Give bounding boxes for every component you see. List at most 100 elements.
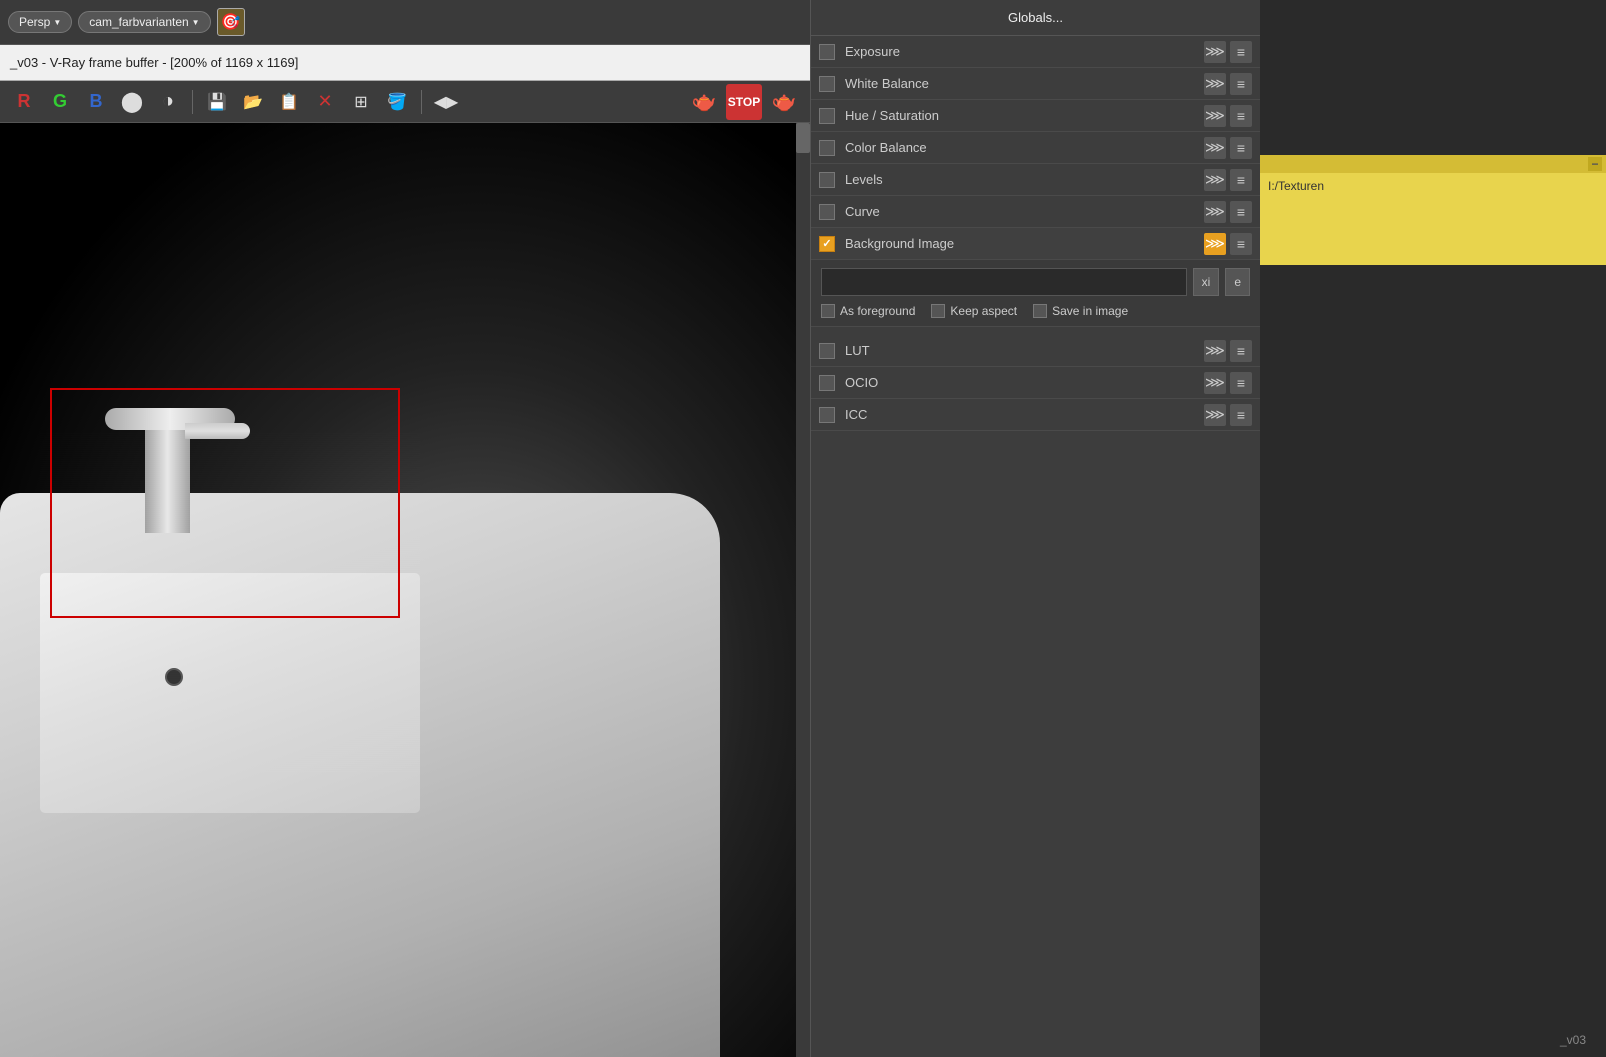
color-balance-row[interactable]: Color Balance ⋙ ≡ <box>811 132 1260 164</box>
lut-collapse-btn[interactable]: ⋙ <box>1204 340 1226 362</box>
panel-spacer <box>811 327 1260 335</box>
icc-collapse-btn[interactable]: ⋙ <box>1204 404 1226 426</box>
circle-half-icon[interactable]: ◑ <box>152 86 184 118</box>
levels-label: Levels <box>845 172 1204 187</box>
sticky-note: − I:/Texturen <box>1260 155 1606 265</box>
lut-menu-btn[interactable]: ≡ <box>1230 340 1252 362</box>
camera-dropdown[interactable]: cam_farbvarianten <box>78 11 210 33</box>
levels-actions: ⋙ ≡ <box>1204 169 1252 191</box>
levels-row[interactable]: Levels ⋙ ≡ <box>811 164 1260 196</box>
color-balance-checkbox[interactable] <box>819 140 835 156</box>
icc-row[interactable]: ICC ⋙ ≡ <box>811 399 1260 431</box>
background-image-checkbox[interactable] <box>819 236 835 252</box>
background-image-collapse-btn[interactable]: ⋙ <box>1204 233 1226 255</box>
white-balance-row[interactable]: White Balance ⋙ ≡ <box>811 68 1260 100</box>
b-channel-button[interactable]: B <box>80 86 112 118</box>
lut-row[interactable]: LUT ⋙ ≡ <box>811 335 1260 367</box>
as-foreground-label: As foreground <box>840 304 915 318</box>
hue-saturation-actions: ⋙ ≡ <box>1204 105 1252 127</box>
as-foreground-checkbox[interactable] <box>821 304 835 318</box>
sticky-note-titlebar: − <box>1260 155 1606 173</box>
render-region-icon[interactable]: 🎯 <box>217 8 245 36</box>
bg-file-input[interactable] <box>821 268 1187 296</box>
levels-collapse-btn[interactable]: ⋙ <box>1204 169 1226 191</box>
white-balance-menu-btn[interactable]: ≡ <box>1230 73 1252 95</box>
levels-menu-btn[interactable]: ≡ <box>1230 169 1252 191</box>
perspective-dropdown[interactable]: Persp <box>8 11 72 33</box>
vfb-toolbar: R G B ⬤ ◑ 💾 📂 📋 ✕ ⊞ 🪣 ◀▶ 🫖 STOP 🫖 <box>0 81 810 123</box>
keep-aspect-option[interactable]: Keep aspect <box>931 304 1017 318</box>
exposure-menu-btn[interactable]: ≡ <box>1230 41 1252 63</box>
g-channel-button[interactable]: G <box>44 86 76 118</box>
icc-menu-btn[interactable]: ≡ <box>1230 404 1252 426</box>
exposure-row[interactable]: Exposure ⋙ ≡ <box>811 36 1260 68</box>
hue-saturation-label: Hue / Saturation <box>845 108 1204 123</box>
levels-checkbox[interactable] <box>819 172 835 188</box>
exposure-label: Exposure <box>845 44 1204 59</box>
sticky-note-minimize[interactable]: − <box>1588 157 1602 171</box>
bg-e-button[interactable]: e <box>1225 268 1250 296</box>
stop-render-button[interactable]: STOP <box>726 84 762 120</box>
teapot-blue-icon[interactable]: 🫖 <box>686 84 722 120</box>
folder-icon[interactable]: 📂 <box>237 86 269 118</box>
scrollbar-thumb[interactable] <box>796 123 810 153</box>
bg-xi-button[interactable]: xi <box>1193 268 1220 296</box>
render-viewport <box>0 123 810 1057</box>
circle-full-icon[interactable]: ⬤ <box>116 86 148 118</box>
white-balance-collapse-btn[interactable]: ⋙ <box>1204 73 1226 95</box>
audio-icon[interactable]: ◀▶ <box>430 86 462 118</box>
bottom-version-label: _v03 <box>1560 1033 1586 1047</box>
save-in-image-checkbox[interactable] <box>1033 304 1047 318</box>
hue-saturation-row[interactable]: Hue / Saturation ⋙ ≡ <box>811 100 1260 132</box>
ocio-collapse-btn[interactable]: ⋙ <box>1204 372 1226 394</box>
ocio-row[interactable]: OCIO ⋙ ≡ <box>811 367 1260 399</box>
curve-collapse-btn[interactable]: ⋙ <box>1204 201 1226 223</box>
panel-header: Globals... <box>811 0 1260 36</box>
hue-saturation-menu-btn[interactable]: ≡ <box>1230 105 1252 127</box>
render-controls: 🫖 STOP 🫖 <box>686 84 802 120</box>
ocio-menu-btn[interactable]: ≡ <box>1230 372 1252 394</box>
viewport-scrollbar[interactable] <box>796 123 810 1057</box>
background-image-row[interactable]: Background Image ⋙ ≡ <box>811 228 1260 260</box>
color-balance-menu-btn[interactable]: ≡ <box>1230 137 1252 159</box>
grain-overlay <box>40 433 420 773</box>
as-foreground-option[interactable]: As foreground <box>821 304 915 318</box>
background-image-expanded: xi e As foreground Keep aspect Save in i… <box>811 260 1260 327</box>
clear-icon[interactable]: ✕ <box>309 86 341 118</box>
curve-checkbox[interactable] <box>819 204 835 220</box>
separator-2 <box>421 90 422 114</box>
white-balance-actions: ⋙ ≡ <box>1204 73 1252 95</box>
save-icon[interactable]: 💾 <box>201 86 233 118</box>
region-icon[interactable]: ⊞ <box>345 86 377 118</box>
r-channel-button[interactable]: R <box>8 86 40 118</box>
globals-panel: Globals... Exposure ⋙ ≡ White Balance ⋙ … <box>810 0 1260 1057</box>
exposure-checkbox[interactable] <box>819 44 835 60</box>
background-image-label: Background Image <box>845 236 1204 251</box>
separator-1 <box>192 90 193 114</box>
exposure-actions: ⋙ ≡ <box>1204 41 1252 63</box>
white-balance-label: White Balance <box>845 76 1204 91</box>
color-balance-collapse-btn[interactable]: ⋙ <box>1204 137 1226 159</box>
clipboard-icon[interactable]: 📋 <box>273 86 305 118</box>
curve-actions: ⋙ ≡ <box>1204 201 1252 223</box>
background-image-menu-btn[interactable]: ≡ <box>1230 233 1252 255</box>
hue-saturation-collapse-btn[interactable]: ⋙ <box>1204 105 1226 127</box>
exposure-collapse-btn[interactable]: ⋙ <box>1204 41 1226 63</box>
save-in-image-label: Save in image <box>1052 304 1128 318</box>
lut-checkbox[interactable] <box>819 343 835 359</box>
curve-row[interactable]: Curve ⋙ ≡ <box>811 196 1260 228</box>
lut-actions: ⋙ ≡ <box>1204 340 1252 362</box>
bucket-icon[interactable]: 🪣 <box>381 86 413 118</box>
bg-options-row: As foreground Keep aspect Save in image <box>821 304 1250 318</box>
save-in-image-option[interactable]: Save in image <box>1033 304 1128 318</box>
hue-saturation-checkbox[interactable] <box>819 108 835 124</box>
keep-aspect-checkbox[interactable] <box>931 304 945 318</box>
ocio-checkbox[interactable] <box>819 375 835 391</box>
lut-label: LUT <box>845 343 1204 358</box>
teapot-orange-icon[interactable]: 🫖 <box>766 84 802 120</box>
white-balance-checkbox[interactable] <box>819 76 835 92</box>
sticky-note-text: I:/Texturen <box>1268 179 1324 193</box>
color-balance-actions: ⋙ ≡ <box>1204 137 1252 159</box>
curve-menu-btn[interactable]: ≡ <box>1230 201 1252 223</box>
icc-checkbox[interactable] <box>819 407 835 423</box>
